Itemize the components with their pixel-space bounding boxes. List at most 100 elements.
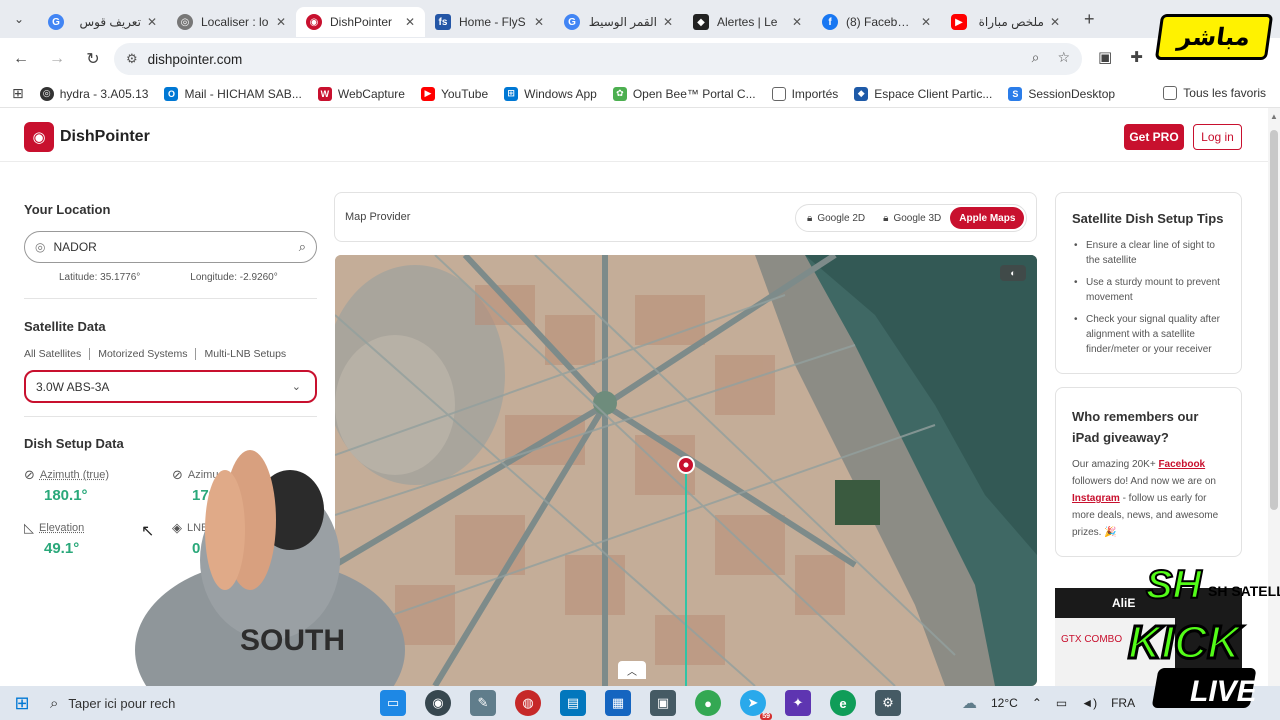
notification-badge: 59 <box>760 713 772 720</box>
satellite-select[interactable]: 3.0W ABS-3A ⌄ <box>24 370 317 403</box>
location-search-input[interactable]: ◎ NADOR ⌕ <box>24 231 317 263</box>
search-icon[interactable]: ⌕ <box>299 239 306 255</box>
bookmark-star-icon[interactable]: ☆ <box>1057 49 1070 66</box>
session-icon: S <box>1008 86 1023 101</box>
app-icon[interactable]: ▤ <box>560 690 586 716</box>
app-icon[interactable]: ▣ <box>650 690 676 716</box>
map-imagery <box>335 255 1037 686</box>
tab-multi-lnb[interactable]: Multi-LNB Setups <box>195 348 294 360</box>
tray-chevron-icon[interactable]: ⌃ <box>1032 696 1042 710</box>
provider-google-3d[interactable]: 🔒︎ Google 3D <box>874 207 950 229</box>
giveaway-text: Our amazing 20K+ Facebook followers do! … <box>1072 456 1225 541</box>
globe-icon: ◎ <box>39 86 54 101</box>
map-layer-toggle[interactable]: ◐ <box>1000 265 1026 281</box>
close-icon[interactable]: ✕ <box>792 15 802 29</box>
provider-apple-maps[interactable]: Apple Maps <box>950 207 1025 229</box>
network-icon[interactable]: ▭ <box>1056 696 1067 710</box>
bookmark-item[interactable]: Importés <box>771 86 838 101</box>
reload-icon[interactable]: ↻ <box>76 42 110 76</box>
google-icon: G <box>564 14 580 30</box>
browser-tab-active[interactable]: ◉ DishPointer ✕ <box>296 7 425 37</box>
volume-icon[interactable]: ◄) <box>1081 696 1097 710</box>
taskbar-search[interactable]: ⌕ Taper ici pour rech <box>44 686 214 720</box>
close-icon[interactable]: ✕ <box>534 15 544 29</box>
browser-tab[interactable]: ◆ Alertes | Le ✕ <box>683 7 812 37</box>
giveaway-text-part: followers do! And now we are on <box>1072 476 1216 487</box>
browser-tab[interactable]: ◎ Localiser : lo ✕ <box>167 7 296 37</box>
bookmark-item[interactable]: ▶ YouTube <box>420 86 488 101</box>
all-bookmarks[interactable]: Tous les favoris <box>1163 86 1266 100</box>
chrome-icon[interactable]: ● <box>695 690 721 716</box>
tab-all-satellites[interactable]: All Satellites <box>24 348 89 360</box>
site-logo[interactable]: ◉ DishPointer <box>24 122 150 152</box>
bookmark-item[interactable]: ◎ hydra - 3.A05.13 <box>39 86 148 101</box>
tab-title: تعريف قوس <box>79 15 141 29</box>
new-tab-button[interactable]: + <box>1084 9 1095 30</box>
close-icon[interactable]: ✕ <box>276 15 286 29</box>
app-icon[interactable]: ✦ <box>785 690 811 716</box>
search-icon: ⌕ <box>50 694 59 712</box>
live-broadcast-logo: مباشر <box>1154 14 1274 60</box>
zoom-icon[interactable]: ⌕ <box>1032 49 1040 66</box>
tab-bar: ⌄ G تعريف قوس ✕ ◎ Localiser : lo ✕ ◉ Dis… <box>0 0 1280 38</box>
weather-icon[interactable]: ☁ <box>962 694 977 712</box>
browser-tab[interactable]: G تعريف قوس ✕ <box>38 7 167 37</box>
telegram-icon[interactable]: ➤ 59 <box>740 690 772 720</box>
bookmark-item[interactable]: O Mail - HICHAM SAB... <box>164 86 302 101</box>
scroll-up-icon[interactable]: ▲ <box>1270 112 1278 121</box>
get-pro-button[interactable]: Get PRO <box>1124 124 1184 150</box>
page-content: ◉ DishPointer Get PRO Log in Your Locati… <box>0 108 1268 686</box>
app-icon[interactable]: ◍ <box>515 690 541 716</box>
close-icon[interactable]: ✕ <box>1050 15 1060 29</box>
edge-icon[interactable]: e <box>830 690 856 716</box>
openbee-icon: ✿ <box>612 86 627 101</box>
tab-search-button[interactable]: ⌄ <box>0 0 38 38</box>
scrollbar-thumb[interactable] <box>1270 130 1278 510</box>
address-bar[interactable]: ⚙ dishpointer.com ⌕ ☆ <box>114 43 1082 75</box>
instagram-link[interactable]: Instagram <box>1072 493 1120 504</box>
tab-motorized-systems[interactable]: Motorized Systems <box>89 348 195 360</box>
globe-icon: ◎ <box>177 14 193 30</box>
apps-grid-icon[interactable]: ⊞ <box>12 85 24 102</box>
close-icon[interactable]: ✕ <box>405 15 415 29</box>
taskview-icon[interactable]: ▭ <box>380 690 406 716</box>
bookmark-item[interactable]: ⊞ Windows App <box>504 86 597 101</box>
tab-title: Localiser : lo <box>201 15 269 29</box>
bookmark-item[interactable]: W WebCapture <box>317 86 405 101</box>
browser-tab[interactable]: ▶ ملخص مباراة ✕ <box>941 7 1070 37</box>
latitude: Latitude: 35.1776° <box>59 272 141 283</box>
bookmark-item[interactable]: ◆ Espace Client Partic... <box>854 86 992 101</box>
extension-icon[interactable]: ▣ <box>1098 48 1112 66</box>
bookmark-item[interactable]: ✿ Open Bee™ Portal C... <box>612 86 756 101</box>
site-info-icon[interactable]: ⚙ <box>126 51 138 67</box>
provider-google-2d[interactable]: 🔒︎ Google 2D <box>798 207 874 229</box>
back-icon[interactable]: ← <box>4 42 38 76</box>
map-expand-button[interactable]: ︿ <box>618 661 646 679</box>
settings-icon[interactable]: ⚙ <box>875 690 901 716</box>
tab-title: DishPointer <box>330 15 393 29</box>
provider-label: Google 2D <box>817 212 866 224</box>
close-icon[interactable]: ✕ <box>921 15 931 29</box>
browser-tab[interactable]: G القمر الوسيط ✕ <box>554 7 683 37</box>
bank-icon: ◆ <box>854 86 869 101</box>
tab-title: Alertes | Le <box>717 15 778 29</box>
alert-icon: ◆ <box>693 14 709 30</box>
satellite-map[interactable] <box>335 255 1037 686</box>
windows-start-icon[interactable]: ⊞ <box>0 686 44 720</box>
close-icon[interactable]: ✕ <box>663 15 673 29</box>
calculator-icon[interactable]: ▦ <box>605 690 631 716</box>
tab-title: Home - FlyS <box>459 15 526 29</box>
browser-tab[interactable]: f (8) Facebook ✕ <box>812 7 941 37</box>
forward-icon[interactable]: → <box>40 42 74 76</box>
login-button[interactable]: Log in <box>1193 124 1242 150</box>
media-icon[interactable]: ◉ <box>425 690 451 716</box>
puzzle-icon[interactable]: ✚ <box>1130 48 1143 66</box>
site-header: ◉ DishPointer Get PRO Log in <box>0 108 1268 162</box>
app-icon[interactable]: ✎ <box>470 690 496 716</box>
bookmark-item[interactable]: S SessionDesktop <box>1008 86 1115 101</box>
browser-tab[interactable]: fs Home - FlyS ✕ <box>425 7 554 37</box>
elevation-label: Elevation <box>39 522 85 534</box>
facebook-link[interactable]: Facebook <box>1158 459 1205 470</box>
close-icon[interactable]: ✕ <box>147 15 157 29</box>
shirt-print: SOUTH <box>240 624 345 657</box>
